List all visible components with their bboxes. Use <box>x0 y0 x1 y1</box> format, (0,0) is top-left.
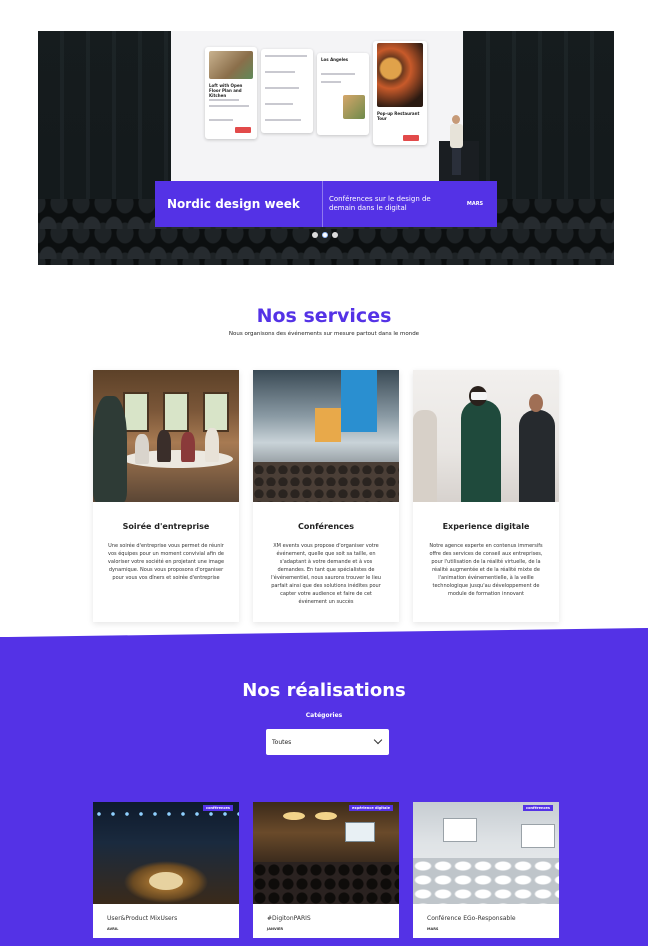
category-select-value: Toutes <box>272 738 292 746</box>
realisation-photo <box>413 802 559 904</box>
realisation-card[interactable]: expérience digitale #DigitonPARIS JANVIE… <box>253 802 399 938</box>
screen-mock-card: Loft with Open Floor Plan and Kitchen <box>205 47 257 139</box>
service-card-digital[interactable]: Experience digitale Notre agence experte… <box>413 370 559 622</box>
chevron-down-icon <box>373 735 383 745</box>
carousel-dot[interactable] <box>332 232 338 238</box>
screen-mock-map: Los Angeles <box>317 53 369 135</box>
category-select[interactable]: Toutes <box>266 729 389 755</box>
realisation-photo <box>253 802 399 904</box>
service-text: Notre agence experte en contenus immersi… <box>429 543 543 597</box>
service-title: Experience digitale <box>442 522 530 531</box>
hero-projection-screen: Loft with Open Floor Plan and Kitchen Lo… <box>171 31 463 187</box>
categories-label: Catégories <box>305 712 343 719</box>
realisation-date: AVRIL <box>107 927 119 931</box>
carousel-dot-active[interactable] <box>322 232 328 238</box>
service-photo-soiree <box>93 370 239 502</box>
screen-mock-food: Pop-up Restaurant Tour <box>373 41 427 145</box>
realisation-card[interactable]: conférences User&Product MixUsers AVRIL <box>93 802 239 938</box>
hero-carousel[interactable]: Loft with Open Floor Plan and Kitchen Lo… <box>38 31 614 265</box>
carousel-dot[interactable] <box>312 232 318 238</box>
hero-event-description: Conférences sur le design de demain dans… <box>329 195 431 212</box>
realisation-title: User&Product MixUsers <box>107 915 178 922</box>
service-text: Une soirée d'entreprise vous permet de r… <box>107 543 225 581</box>
services-title: Nos services <box>256 305 392 327</box>
screen-card-title: Loft with Open Floor Plan and Kitchen <box>209 83 243 98</box>
realisations-title: Nos réalisations <box>242 680 406 701</box>
screen-card-title-3: Pop-up Restaurant Tour <box>377 111 420 121</box>
hero-event-date: MARS <box>466 201 484 207</box>
service-title: Conférences <box>298 522 354 531</box>
realisation-title: #DigitonPARIS <box>267 915 311 922</box>
realisation-title: Conférence EGo-Responsable <box>427 915 516 922</box>
hero-event-banner[interactable]: Nordic design week Conférences sur le de… <box>155 181 497 227</box>
service-card-soiree[interactable]: Soirée d'entreprise Une soirée d'entrepr… <box>93 370 239 622</box>
realisation-tag: expérience digitale <box>349 805 393 811</box>
realisation-tag: conférences <box>203 805 233 811</box>
realisation-card[interactable]: conférences Conférence EGo-Responsable M… <box>413 802 559 938</box>
service-photo-digital <box>413 370 559 502</box>
service-photo-conferences <box>253 370 399 502</box>
realisation-tag: conférences <box>523 805 553 811</box>
realisation-date: MARS <box>427 927 439 931</box>
hero-speaker <box>449 115 463 175</box>
service-title: Soirée d'entreprise <box>122 522 210 531</box>
screen-card-title-2: Los Angeles <box>321 57 349 62</box>
service-text: XM events vous propose d'organiser votre… <box>271 543 381 605</box>
hero-event-title: Nordic design week <box>155 181 323 227</box>
services-subtitle: Nous organisons des événements sur mesur… <box>228 331 420 337</box>
screen-mock-list <box>261 49 313 133</box>
realisation-photo <box>93 802 239 904</box>
service-card-conferences[interactable]: Conférences XM events vous propose d'org… <box>253 370 399 622</box>
realisation-date: JANVIER <box>267 927 284 931</box>
carousel-dots <box>312 232 338 238</box>
